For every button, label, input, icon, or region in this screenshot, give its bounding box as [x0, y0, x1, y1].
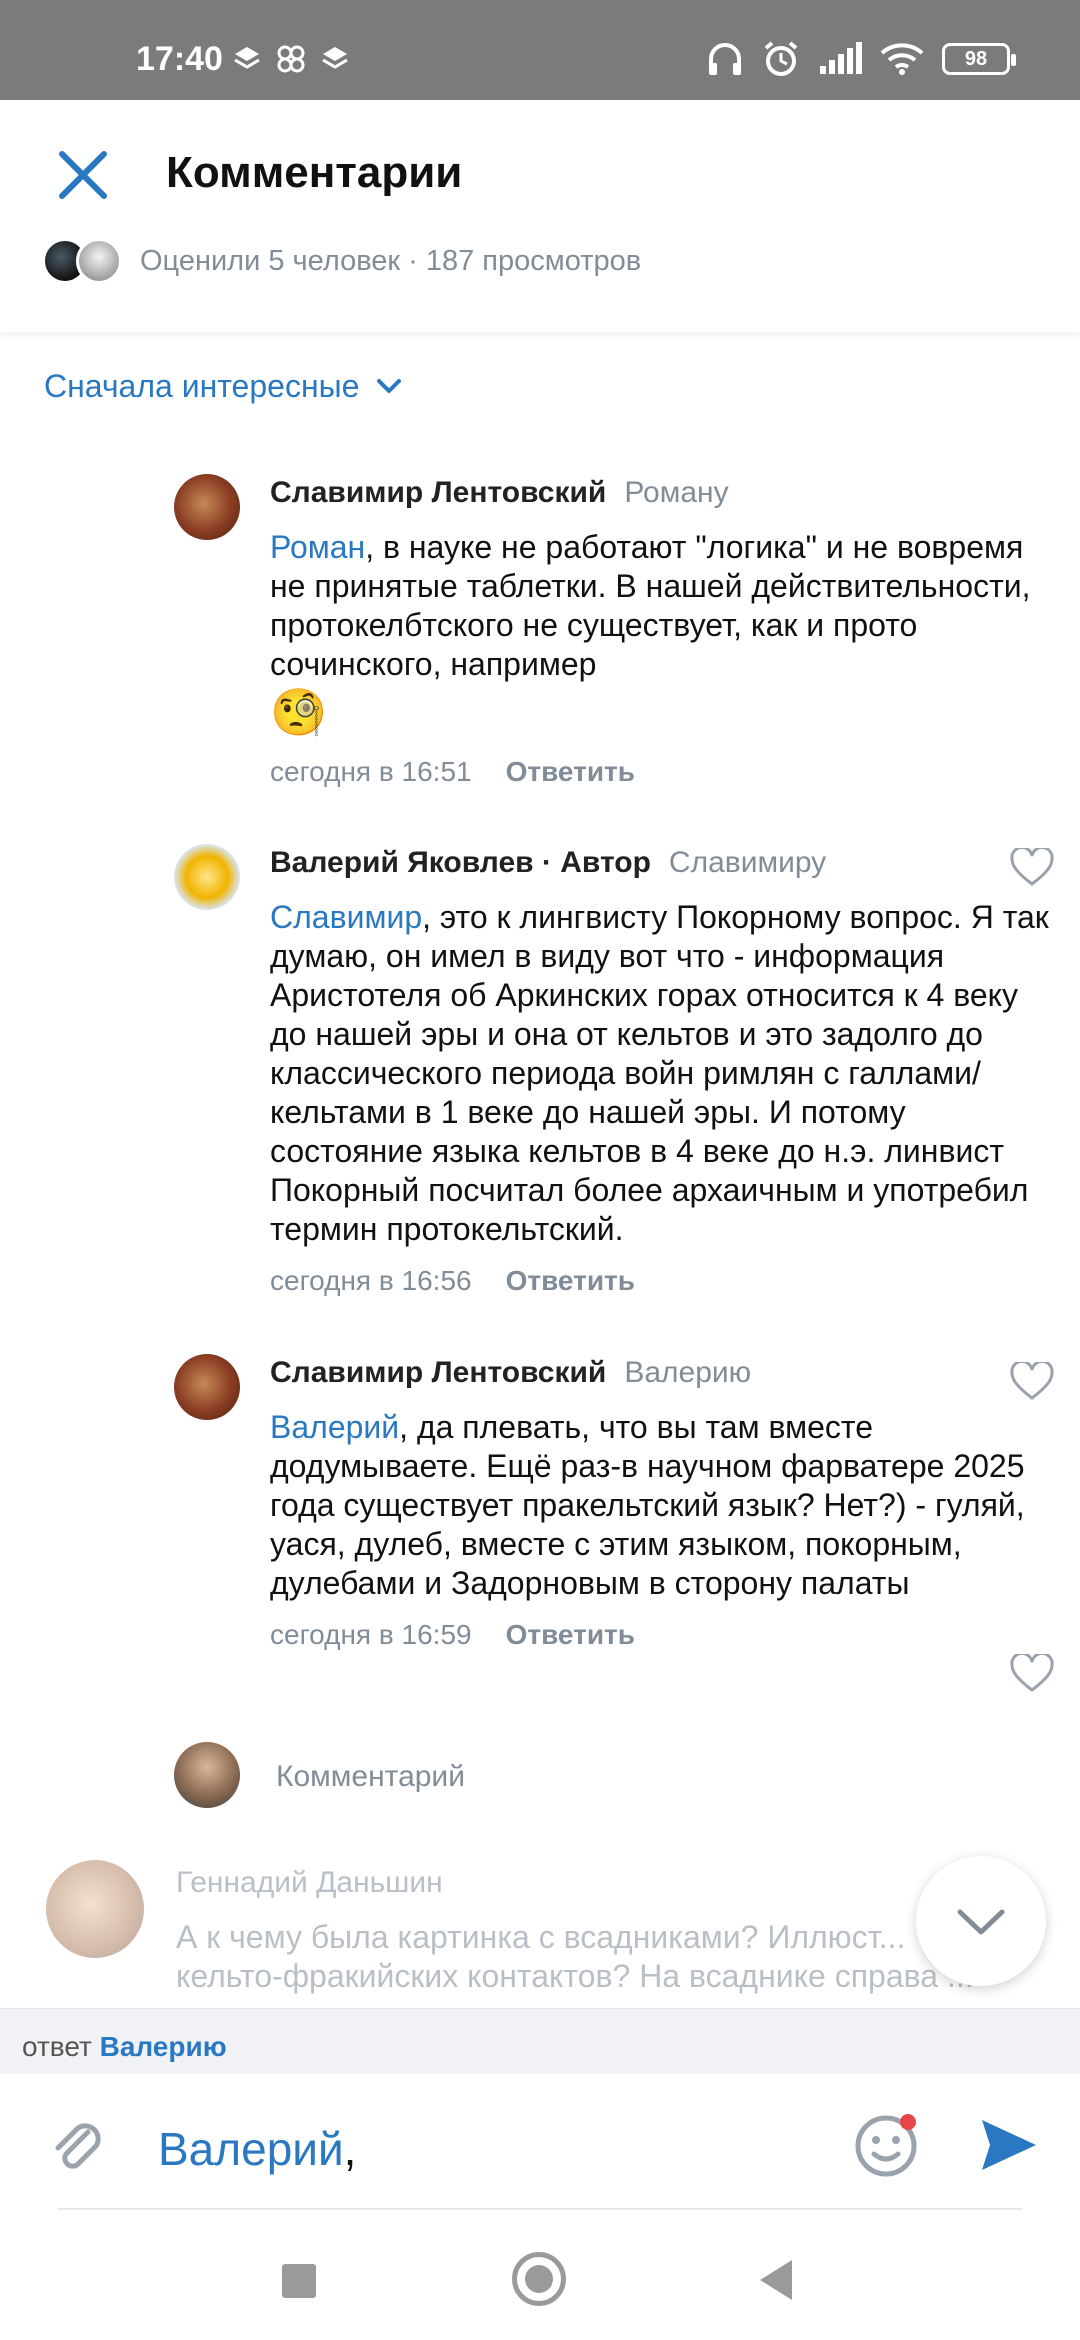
- comment-header: Валерий Яковлев · Автор Славимиру: [270, 846, 1050, 880]
- alarm-icon: [764, 41, 798, 76]
- comment-time: сегодня в 16:51: [270, 756, 472, 787]
- home-icon[interactable]: [512, 2252, 566, 2306]
- avatar[interactable]: [46, 1860, 144, 1958]
- emoji-icon[interactable]: [852, 2110, 922, 2180]
- reply-button[interactable]: Ответить: [506, 1619, 635, 1651]
- comment-time: сегодня в 16:59: [270, 1619, 472, 1650]
- comment-reply-to[interactable]: Славимиру: [669, 846, 826, 879]
- reply-button[interactable]: Ответить: [506, 756, 635, 788]
- avatar: [76, 238, 122, 284]
- comment-meta: сегодня в 16:51 Ответить: [270, 756, 1050, 788]
- comment-text: А к чему была картинка с всадниками? Илл…: [176, 1919, 974, 1994]
- comment-placeholder: Комментарий: [276, 1760, 465, 1793]
- comments-sheet: Комментарии Оценили 5 человек · 187 прос…: [0, 100, 1080, 2340]
- comments-header: Комментарии Оценили 5 человек · 187 прос…: [0, 100, 1080, 332]
- signal-icon: [820, 42, 862, 74]
- message-composer: Валерий,: [0, 2074, 1080, 2214]
- avatar: [174, 1742, 240, 1808]
- recents-icon[interactable]: [282, 2264, 316, 2298]
- mention-link[interactable]: Валерий: [270, 1409, 399, 1445]
- message-input[interactable]: Валерий,: [158, 2122, 356, 2176]
- reply-target[interactable]: Валерию: [100, 2031, 227, 2062]
- mention-link[interactable]: Роман: [270, 529, 365, 565]
- reply-button[interactable]: Ответить: [506, 1265, 635, 1297]
- comment-reply-to[interactable]: Валерию: [624, 1356, 751, 1389]
- status-notification-icons: [232, 44, 350, 74]
- mention-link: Валерий: [158, 2123, 344, 2175]
- back-icon[interactable]: [760, 2260, 792, 2300]
- layers-icon: [322, 47, 348, 69]
- page-title: Комментарии: [166, 148, 463, 197]
- sort-label: Сначала интересные: [44, 368, 360, 404]
- comment-time: сегодня в 16:56: [270, 1265, 472, 1296]
- close-icon[interactable]: [50, 142, 116, 208]
- divider: [58, 2208, 1022, 2210]
- avatar[interactable]: [174, 1354, 240, 1420]
- likes-views-text: Оценили 5 человек · 187 просмотров: [140, 244, 642, 277]
- comment-text: Роман, в науке не работают "логика" и не…: [270, 529, 1031, 738]
- comment-author[interactable]: Славимир Лентовский: [270, 476, 606, 509]
- comment-author[interactable]: Валерий Яковлев · Автор: [270, 846, 651, 879]
- mention-link[interactable]: Славимир: [270, 899, 422, 935]
- comment-text: Валерий, да плевать, что вы там вместе д…: [270, 1409, 1025, 1601]
- status-bar: 17:40 98: [0, 0, 1080, 100]
- headphones-icon: [709, 43, 741, 75]
- comment-header: Геннадий Даньшин: [176, 1866, 1006, 1900]
- chevron-down-icon: [957, 1909, 1005, 1935]
- comment-header: Славимир Лентовский Роману: [270, 476, 1050, 510]
- status-system-icons: 98: [706, 40, 1016, 78]
- comment-author[interactable]: Геннадий Даньшин: [176, 1866, 443, 1899]
- heart-icon[interactable]: [1010, 1654, 1054, 1694]
- wifi-icon: [880, 43, 924, 75]
- send-icon[interactable]: [976, 2112, 1042, 2178]
- scroll-down-button[interactable]: [916, 1856, 1046, 1986]
- comment-meta: сегодня в 16:59 Ответить: [270, 1619, 1050, 1651]
- face-with-monocle-emoji: 🧐: [270, 686, 328, 738]
- comment-author[interactable]: Славимир Лентовский: [270, 1356, 606, 1389]
- status-time: 17:40: [136, 40, 223, 78]
- avatar[interactable]: [174, 474, 240, 540]
- comment-meta: сегодня в 16:56 Ответить: [270, 1265, 1050, 1297]
- likes-summary[interactable]: Оценили 5 человек · 187 просмотров: [42, 238, 641, 284]
- comment-header: Славимир Лентовский Валерию: [270, 1356, 1050, 1390]
- reply-prefix: ответ: [22, 2031, 92, 2062]
- avatar[interactable]: [174, 844, 240, 910]
- comment-reply-to[interactable]: Роману: [624, 476, 728, 509]
- sort-dropdown[interactable]: Сначала интересные: [44, 368, 403, 405]
- pinwheel-icon: [277, 45, 305, 73]
- battery-indicator: 98: [942, 43, 1016, 75]
- thread-comment-input[interactable]: Комментарий: [174, 1742, 1036, 1812]
- layers-icon: [234, 47, 260, 69]
- attach-icon[interactable]: [44, 2114, 112, 2182]
- comment-text: Славимир, это к лингвисту Покорному вопр…: [270, 899, 1049, 1247]
- chevron-down-icon: [377, 378, 402, 393]
- reply-target-bar: ответ Валерию: [0, 2008, 1080, 2074]
- system-nav-bar: [0, 2216, 1080, 2340]
